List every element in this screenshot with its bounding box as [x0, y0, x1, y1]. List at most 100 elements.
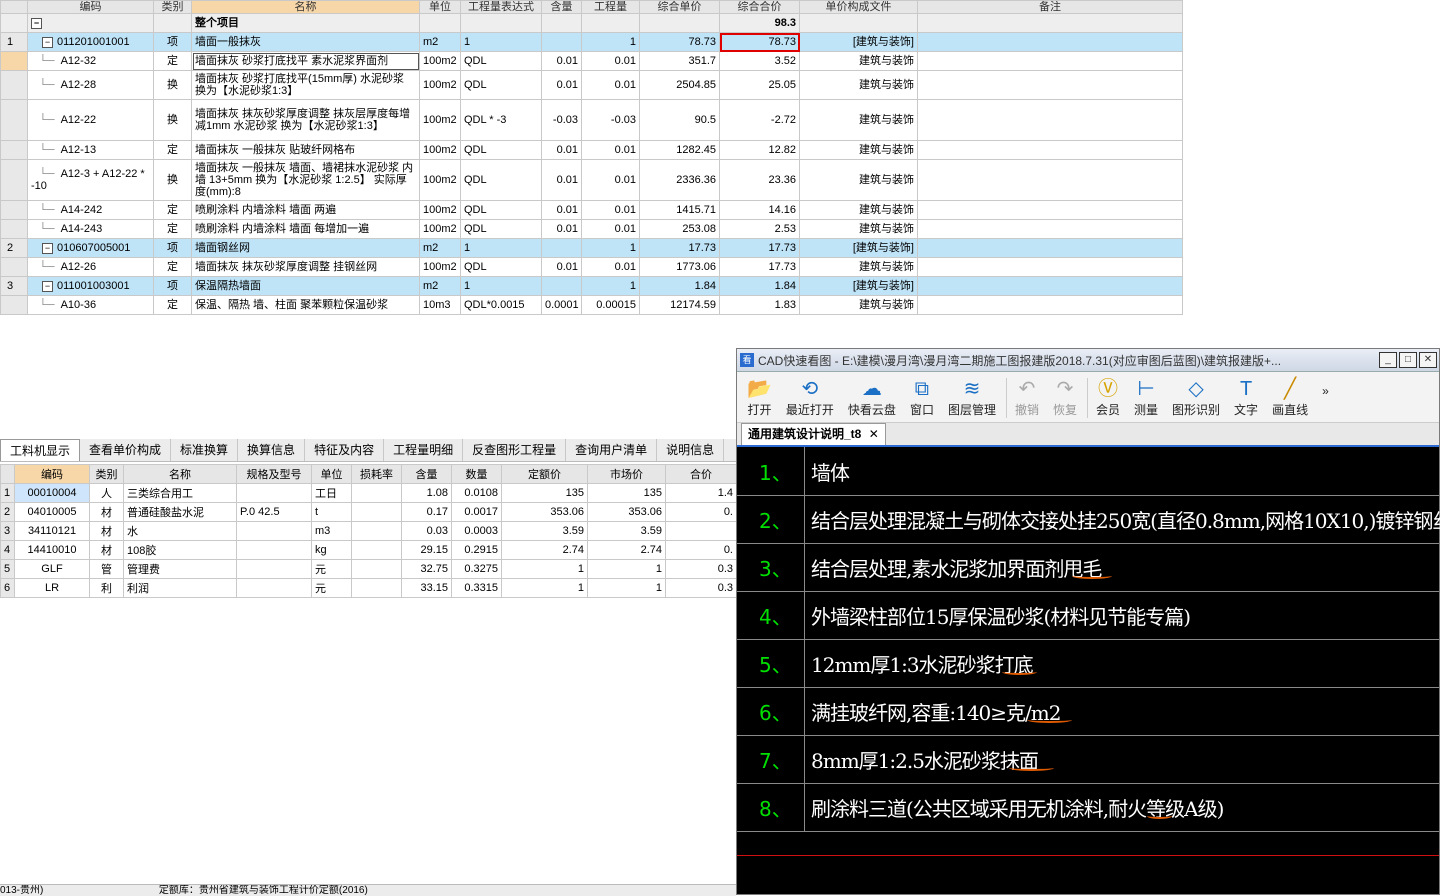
- tab-7[interactable]: 反查图形工程量: [463, 439, 567, 461]
- item-type[interactable]: 项: [153, 276, 192, 296]
- item-code[interactable]: └─ A12-13: [27, 140, 154, 160]
- item-unit[interactable]: 100m2: [419, 159, 461, 201]
- item-code[interactable]: └─ A12-22: [27, 99, 154, 141]
- res-loss[interactable]: [351, 521, 402, 541]
- total-price[interactable]: 3.52: [719, 51, 800, 71]
- total-price[interactable]: 2.53: [719, 219, 800, 239]
- header-total[interactable]: 综合合价: [719, 0, 800, 14]
- row-number[interactable]: 2: [0, 238, 28, 258]
- price-file[interactable]: 建筑与装饰: [799, 51, 918, 71]
- res-rn[interactable]: 6: [0, 578, 15, 598]
- price-file[interactable]: 建筑与装饰: [799, 219, 918, 239]
- quota-row[interactable]: └─ A12-26 定墙面抹灰 抹灰砂浆厚度调整 挂钢丝网 100m2 QDL 0.01 0…: [0, 257, 1183, 277]
- item-type[interactable]: 定: [153, 257, 192, 277]
- item-code[interactable]: └─ A12-3 + A12-22 * -10: [27, 159, 154, 201]
- toolbar-button-8[interactable]: Ⓥ 会员: [1096, 377, 1120, 418]
- res-type[interactable]: 管: [89, 559, 124, 579]
- item-unit[interactable]: m2: [419, 238, 461, 258]
- res-type[interactable]: 材: [89, 540, 124, 560]
- unit-price[interactable]: 1282.45: [639, 140, 720, 160]
- res-sum[interactable]: 0.: [665, 540, 737, 560]
- quota-row[interactable]: └─ A10-36 定保温、隔热 墙、柱面 聚苯颗粒保温砂浆 10m3 QDL*0.00…: [0, 295, 1183, 315]
- item-code[interactable]: └─ A12-26: [27, 257, 154, 277]
- row-number[interactable]: [0, 99, 28, 141]
- total-price[interactable]: 25.05: [719, 70, 800, 100]
- toolbar-button-10[interactable]: ◇ 图形识别: [1172, 377, 1220, 418]
- row-number[interactable]: 3: [0, 276, 28, 296]
- res-type[interactable]: 材: [89, 502, 124, 522]
- remark[interactable]: [917, 200, 1183, 220]
- res-name[interactable]: 水: [123, 521, 237, 541]
- item-name[interactable]: 保温隔热墙面: [191, 276, 420, 296]
- item-type[interactable]: 换: [153, 99, 192, 141]
- row-number[interactable]: [0, 257, 28, 277]
- res-base[interactable]: 2.74: [501, 540, 588, 560]
- res-content[interactable]: 0.03: [401, 521, 452, 541]
- total-price[interactable]: 14.16: [719, 200, 800, 220]
- res-loss[interactable]: [351, 559, 402, 579]
- remark[interactable]: [917, 32, 1183, 52]
- item-content[interactable]: [541, 238, 582, 258]
- remark[interactable]: [917, 99, 1183, 141]
- item-unit[interactable]: 100m2: [419, 99, 461, 141]
- row-number[interactable]: [0, 51, 28, 71]
- res-qty[interactable]: 0.3315: [451, 578, 502, 598]
- qty-expression[interactable]: 1: [460, 32, 542, 52]
- price-file[interactable]: 建筑与装饰: [799, 70, 918, 100]
- res-spec[interactable]: [236, 540, 312, 560]
- item-name[interactable]: 墙面抹灰 一般抹灰 贴玻纤网格布: [191, 140, 420, 160]
- res-type[interactable]: 人: [89, 483, 124, 503]
- toolbar-button-6[interactable]: ↶ 撤销: [1015, 377, 1039, 418]
- res-code[interactable]: 04010005: [14, 502, 90, 522]
- item-content[interactable]: 0.01: [541, 257, 582, 277]
- res-name[interactable]: 三类综合用工: [123, 483, 237, 503]
- header-price[interactable]: 综合单价: [639, 0, 720, 14]
- item-content[interactable]: 0.01: [541, 159, 582, 201]
- item-qty[interactable]: 0.01: [581, 70, 640, 100]
- item-code[interactable]: └─ A14-242: [27, 200, 154, 220]
- item-qty[interactable]: 1: [581, 32, 640, 52]
- quota-row[interactable]: └─ A14-242 定喷刷涂料 内墙涂料 墙面 两遍 100m2 QDL 0.01 0.0…: [0, 200, 1183, 220]
- item-code[interactable]: └─ A12-28: [27, 70, 154, 100]
- row-number[interactable]: 1: [0, 32, 28, 52]
- res-market[interactable]: 353.06: [587, 502, 666, 522]
- unit-price[interactable]: 17.73: [639, 238, 720, 258]
- item-name[interactable]: 墙面抹灰 砂浆打底找平 素水泥浆界面剂: [191, 51, 420, 71]
- res-base[interactable]: 135: [501, 483, 588, 503]
- collapse-icon[interactable]: −: [42, 36, 53, 48]
- doc-tab-active[interactable]: 通用建筑设计说明_t8 ✕: [741, 423, 886, 445]
- res-qty[interactable]: 0.0108: [451, 483, 502, 503]
- item-code[interactable]: −011201001001: [27, 32, 154, 52]
- total-price[interactable]: 12.82: [719, 140, 800, 160]
- res-spec[interactable]: [236, 559, 312, 579]
- total-price[interactable]: -2.72: [719, 99, 800, 141]
- item-content[interactable]: 0.01: [541, 219, 582, 239]
- header-code[interactable]: 编码: [27, 0, 154, 14]
- qty-expression[interactable]: QDL * -3: [460, 99, 542, 141]
- res-header-loss[interactable]: 损耗率: [351, 464, 402, 484]
- res-name[interactable]: 108胶: [123, 540, 237, 560]
- more-icon[interactable]: »: [1322, 384, 1329, 398]
- tree-toggle[interactable]: −: [27, 13, 154, 33]
- res-code[interactable]: 14410010: [14, 540, 90, 560]
- res-header-unit[interactable]: 单位: [311, 464, 352, 484]
- tab-3[interactable]: 标准换算: [171, 439, 239, 461]
- res-market[interactable]: 2.74: [587, 540, 666, 560]
- item-qty[interactable]: 0.01: [581, 200, 640, 220]
- unit-price[interactable]: 1773.06: [639, 257, 720, 277]
- res-loss[interactable]: [351, 502, 402, 522]
- resource-row[interactable]: 6 LR 利利润元 33.15 0.3315 1 1 0.3: [0, 578, 737, 598]
- row-number[interactable]: [0, 200, 28, 220]
- toolbar-button-2[interactable]: ⟲ 最近打开: [786, 377, 834, 418]
- unit-price[interactable]: 78.73: [639, 32, 720, 52]
- item-unit[interactable]: 100m2: [419, 51, 461, 71]
- res-rn[interactable]: 5: [0, 559, 15, 579]
- res-name[interactable]: 普通硅酸盐水泥: [123, 502, 237, 522]
- item-unit[interactable]: 100m2: [419, 200, 461, 220]
- qty-expression[interactable]: QDL: [460, 200, 542, 220]
- bill-item-row[interactable]: 1−011201001001 项墙面一般抹灰 m2 1 1 78.73 78.73 [建筑与装…: [0, 32, 1183, 52]
- item-qty[interactable]: 0.01: [581, 51, 640, 71]
- item-content[interactable]: [541, 32, 582, 52]
- total-price[interactable]: 17.73: [719, 257, 800, 277]
- row-number[interactable]: [0, 295, 28, 315]
